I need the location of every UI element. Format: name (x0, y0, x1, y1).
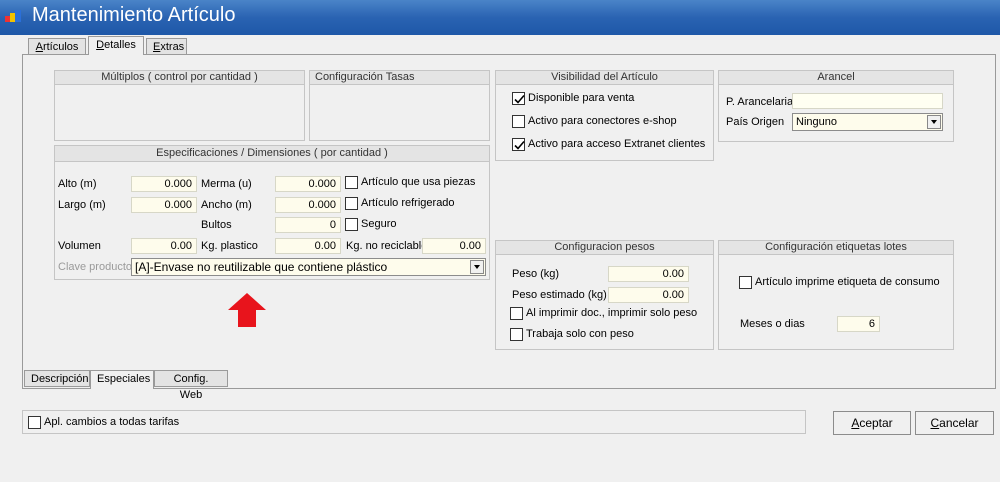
piezas-label: Artículo que usa piezas (361, 176, 476, 188)
trabaja-solo-peso-checkbox[interactable]: Trabaja solo con peso (510, 328, 710, 342)
title-bar: Mantenimiento Artículo (0, 0, 1000, 35)
multiplos-group: Múltiplos ( control por cantidad ) (54, 70, 305, 141)
peso-label: Peso (kg) (512, 268, 560, 280)
conectores-eshop-checkbox[interactable]: Activo para conectores e-shop (512, 115, 702, 129)
meses-dias-label: Meses o dias (740, 318, 805, 330)
seguro-checkbox[interactable]: Seguro (345, 218, 425, 232)
alto-label: Alto (m) (58, 178, 97, 190)
largo-label: Largo (m) (58, 199, 106, 211)
alto-field[interactable]: 0.000 (131, 176, 197, 192)
merma-field[interactable]: 0.000 (275, 176, 341, 192)
tab-descripcion[interactable]: Descripción (24, 370, 90, 387)
checkbox-box[interactable] (510, 307, 523, 320)
peso-field[interactable]: 0.00 (608, 266, 689, 282)
etiquetas-title: Configuración etiquetas lotes (719, 241, 953, 255)
checkmark-icon (514, 140, 525, 150)
red-up-arrow-icon (227, 292, 267, 328)
kg-plastico-label: Kg. plastico (201, 240, 258, 252)
aceptar-button[interactable]: Aceptar (833, 411, 911, 435)
checkbox-box[interactable] (345, 176, 358, 189)
seguro-label: Seguro (361, 218, 397, 230)
clave-producto-select[interactable]: [A]-Envase no reutilizable que contiene … (131, 258, 486, 276)
chevron-down-icon[interactable] (470, 260, 484, 274)
checkbox-box[interactable] (510, 328, 523, 341)
kg-plastico-field[interactable]: 0.00 (275, 238, 341, 254)
peso-estimado-label: Peso estimado (kg) (512, 289, 607, 301)
tab-extras[interactable]: Extras (146, 38, 187, 55)
peso-estimado-field[interactable]: 0.00 (608, 287, 689, 303)
checkbox-box[interactable] (345, 197, 358, 210)
imprimir-solo-peso-checkbox[interactable]: Al imprimir doc., imprimir solo peso (510, 307, 710, 321)
arancel-title: Arancel (719, 71, 953, 85)
tasas-title: Configuración Tasas (310, 71, 489, 85)
chevron-down-icon[interactable] (927, 115, 941, 129)
imprime-etiqueta-checkbox[interactable]: Artículo imprime etiqueta de consumo (739, 276, 949, 290)
pais-origen-select[interactable]: Ninguno (792, 113, 943, 131)
checkbox-box[interactable] (512, 92, 525, 105)
clave-producto-label: Clave producto (58, 261, 132, 273)
disponible-venta-label: Disponible para venta (528, 92, 635, 104)
checkbox-box[interactable] (28, 416, 41, 429)
kg-no-reciclable-label: Kg. no reciclable (346, 240, 428, 252)
merma-label: Merma (u) (201, 178, 252, 190)
bultos-label: Bultos (201, 219, 232, 231)
largo-field[interactable]: 0.000 (131, 197, 197, 213)
visibilidad-title: Visibilidad del Artículo (496, 71, 713, 85)
checkbox-box[interactable] (512, 115, 525, 128)
apl-cambios-label: Apl. cambios a todas tarifas (44, 416, 180, 428)
pesos-title: Configuracion pesos (496, 241, 713, 255)
ancho-label: Ancho (m) (201, 199, 252, 211)
checkbox-box[interactable] (512, 138, 525, 151)
etiquetas-group: Configuración etiquetas lotes (718, 240, 954, 350)
tab-config-web[interactable]: Config. Web (154, 370, 228, 401)
refrigerado-checkbox[interactable]: Artículo refrigerado (345, 197, 485, 211)
cancelar-button[interactable]: Cancelar (915, 411, 994, 435)
window-title: Mantenimiento Artículo (32, 4, 236, 26)
tasas-group: Configuración Tasas (309, 70, 490, 141)
piezas-checkbox[interactable]: Artículo que usa piezas (345, 176, 485, 190)
tab-articulos[interactable]: Artículos (28, 38, 86, 55)
checkmark-icon (514, 94, 525, 104)
trabaja-solo-peso-label: Trabaja solo con peso (526, 328, 634, 340)
refrigerado-label: Artículo refrigerado (361, 197, 455, 209)
especificaciones-title: Especificaciones / Dimensiones ( por can… (55, 146, 489, 162)
kg-no-reciclable-field[interactable]: 0.00 (422, 238, 486, 254)
tab-detalles[interactable]: Detalles (88, 36, 144, 55)
partida-arancelaria-label: P. Arancelaria (726, 96, 794, 108)
ancho-field[interactable]: 0.000 (275, 197, 341, 213)
extranet-clientes-checkbox[interactable]: Activo para acceso Extranet clientes (512, 138, 710, 152)
app-logo-icon (5, 10, 25, 24)
tab-especiales[interactable]: Especiales (90, 370, 154, 389)
apl-cambios-checkbox[interactable]: Apl. cambios a todas tarifas (28, 416, 228, 430)
clave-producto-value: [A]-Envase no reutilizable que contiene … (135, 260, 388, 274)
pais-origen-label: País Origen (726, 116, 785, 128)
volumen-field[interactable]: 0.00 (131, 238, 197, 254)
extranet-clientes-label: Activo para acceso Extranet clientes (528, 138, 706, 150)
imprime-etiqueta-label: Artículo imprime etiqueta de consumo (755, 276, 940, 288)
checkbox-box[interactable] (345, 218, 358, 231)
bultos-field[interactable]: 0 (275, 217, 341, 233)
meses-dias-field[interactable]: 6 (837, 316, 880, 332)
conectores-eshop-label: Activo para conectores e-shop (528, 115, 677, 127)
multiplos-title: Múltiplos ( control por cantidad ) (55, 71, 304, 85)
partida-arancelaria-field[interactable] (792, 93, 943, 109)
disponible-venta-checkbox[interactable]: Disponible para venta (512, 92, 702, 106)
pais-origen-value: Ninguno (796, 116, 837, 128)
checkbox-box[interactable] (739, 276, 752, 289)
imprimir-solo-peso-label: Al imprimir doc., imprimir solo peso (526, 307, 698, 319)
volumen-label: Volumen (58, 240, 101, 252)
